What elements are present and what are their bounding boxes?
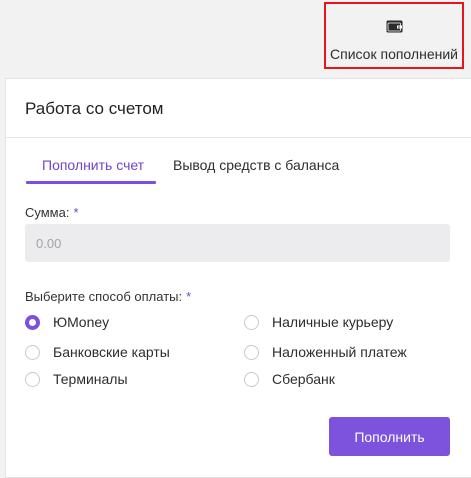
radio-button[interactable] (25, 344, 40, 360)
radio-button[interactable] (244, 314, 259, 330)
payment-option-label: ЮMoney (53, 314, 110, 330)
payment-option-label: Банковские карты (53, 344, 170, 360)
radio-button[interactable] (244, 344, 259, 360)
payment-option-label: Наличные курьеру (272, 314, 394, 330)
wallet-icon (386, 20, 403, 33)
payment-option-label: Сбербанк (272, 371, 335, 387)
tab-withdraw[interactable]: Вывод средств с баланса (173, 157, 339, 173)
account-card: Работа со счетом Пополнить счет Вывод ср… (5, 78, 471, 478)
payment-option-cash-courier[interactable]: Наличные курьеру (244, 314, 393, 330)
payment-option-sberbank[interactable]: Сбербанк (244, 371, 335, 387)
payment-option-cod[interactable]: Наложенный платеж (244, 344, 407, 360)
payment-option-bank-cards[interactable]: Банковские карты (25, 344, 170, 360)
card-title: Работа со счетом (25, 99, 164, 118)
topup-submit-button[interactable]: Пополнить (329, 417, 450, 456)
card-divider (6, 137, 471, 138)
amount-label: Сумма: * (25, 205, 79, 220)
required-mark: * (186, 289, 192, 304)
payment-option-terminals[interactable]: Терминалы (25, 371, 128, 387)
radio-button[interactable] (25, 314, 40, 330)
payment-option-label: Наложенный платеж (272, 344, 407, 360)
active-tab-indicator (26, 181, 156, 184)
amount-label-text: Сумма: (25, 205, 70, 220)
payment-method-label-text: Выберите способ оплаты: (25, 289, 183, 304)
topup-list-label: Список пополнений (330, 46, 458, 62)
radio-button[interactable] (25, 371, 40, 387)
payment-option-yumoney[interactable]: ЮMoney (25, 314, 109, 330)
payment-option-label: Терминалы (53, 371, 128, 387)
amount-input[interactable] (25, 224, 450, 262)
tab-topup[interactable]: Пополнить счет (42, 157, 144, 173)
payment-method-label: Выберите способ оплаты: * (25, 289, 191, 304)
radio-button[interactable] (244, 371, 259, 387)
topup-list-button[interactable]: Список пополнений (324, 2, 464, 69)
required-mark: * (73, 205, 79, 220)
